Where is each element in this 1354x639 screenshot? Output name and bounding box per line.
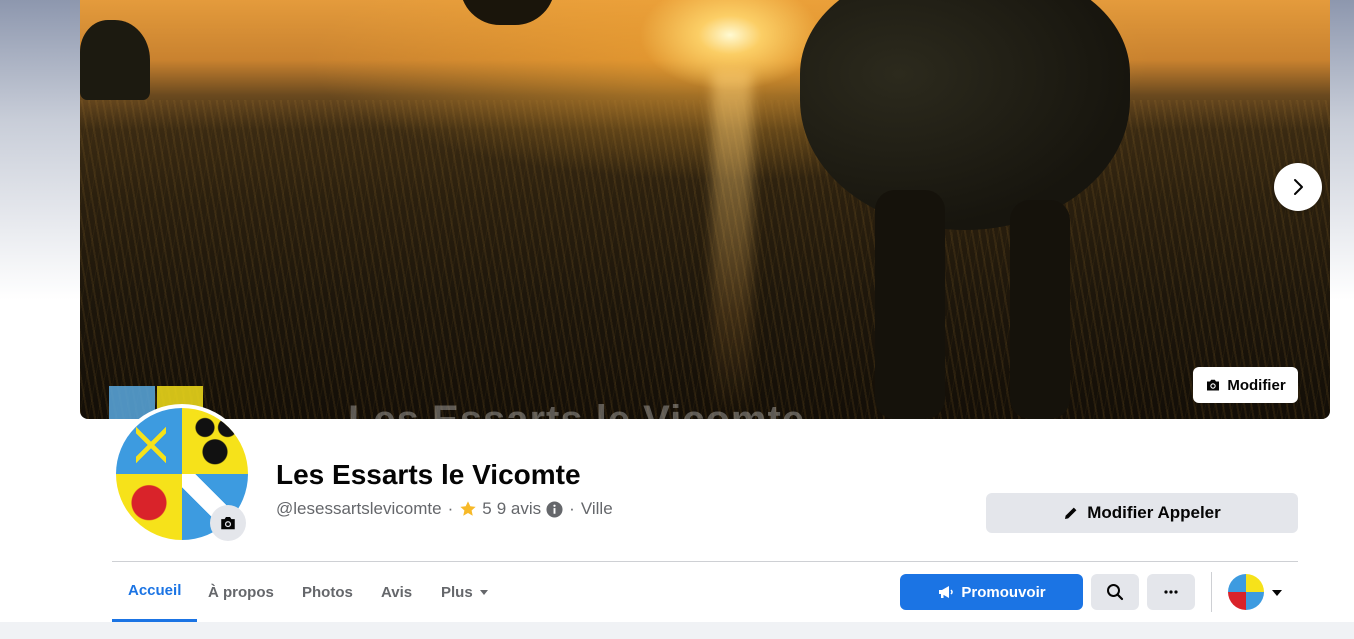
actions-separator	[1211, 572, 1212, 612]
cover-next-button[interactable]	[1274, 163, 1322, 211]
page-category[interactable]: Ville	[581, 499, 613, 519]
edit-cover-button[interactable]: Modifier	[1193, 367, 1298, 403]
cover-overlay-title: Les Essarts le Vicomte	[348, 398, 805, 419]
tab-label: Accueil	[128, 582, 182, 599]
tab-avis[interactable]: Avis	[365, 562, 428, 622]
search-icon	[1107, 584, 1124, 601]
cover-dark-shape	[460, 0, 555, 25]
star-icon	[460, 501, 476, 516]
page-handle: @lesessartslevicomte	[276, 499, 442, 518]
account-switcher-avatar[interactable]	[1228, 574, 1264, 610]
separator: ·	[447, 499, 454, 518]
more-options-button[interactable]	[1147, 574, 1195, 610]
rating-value[interactable]: 5	[482, 499, 491, 519]
caret-down-icon[interactable]	[1271, 586, 1283, 598]
update-profile-picture-button[interactable]	[210, 505, 246, 541]
tab-label: Plus	[441, 583, 473, 601]
tab-photos[interactable]: Photos	[286, 562, 369, 622]
edit-call-button[interactable]: Modifier Appeler	[986, 493, 1298, 533]
page-background-strip	[0, 622, 1354, 639]
cover-horse-leg	[1010, 200, 1070, 419]
tab-a-propos[interactable]: À propos	[192, 562, 290, 622]
tab-label: Photos	[302, 583, 353, 601]
camera-icon	[221, 517, 235, 530]
search-button[interactable]	[1091, 574, 1139, 610]
more-dots-icon	[1164, 590, 1178, 594]
edit-cover-label: Modifier	[1227, 376, 1286, 394]
page-meta: @lesessartslevicomte · 5 9 avis · Ville	[276, 499, 613, 519]
tab-plus[interactable]: Plus	[425, 562, 505, 622]
reviews-count[interactable]: 9 avis	[497, 499, 541, 519]
megaphone-icon	[939, 586, 954, 598]
info-icon[interactable]	[546, 500, 563, 518]
crest-quarter-dragon	[116, 474, 182, 540]
separator: ·	[569, 499, 575, 518]
tab-label: Avis	[381, 583, 413, 601]
tab-label: À propos	[208, 583, 274, 601]
crest-quarter-lions	[182, 408, 248, 474]
chevron-right-icon	[1294, 179, 1303, 195]
cover-grass-field	[80, 100, 1330, 419]
crest-quarter-blue	[116, 408, 182, 474]
cover-tree-silhouette	[80, 20, 150, 100]
camera-icon	[1207, 379, 1220, 391]
edit-call-label: Modifier Appeler	[1087, 503, 1221, 522]
promote-button[interactable]: Promouvoir	[900, 574, 1083, 610]
tab-accueil[interactable]: Accueil	[112, 562, 198, 622]
promote-label: Promouvoir	[961, 583, 1046, 601]
cover-sun-ray	[712, 70, 752, 419]
pencil-icon	[1065, 507, 1077, 519]
caret-down-icon	[479, 590, 488, 595]
cover-photo[interactable]: Les Essarts le Vicomte	[80, 0, 1330, 419]
page-title: Les Essarts le Vicomte	[276, 459, 581, 490]
cover-horse-leg	[875, 190, 945, 419]
